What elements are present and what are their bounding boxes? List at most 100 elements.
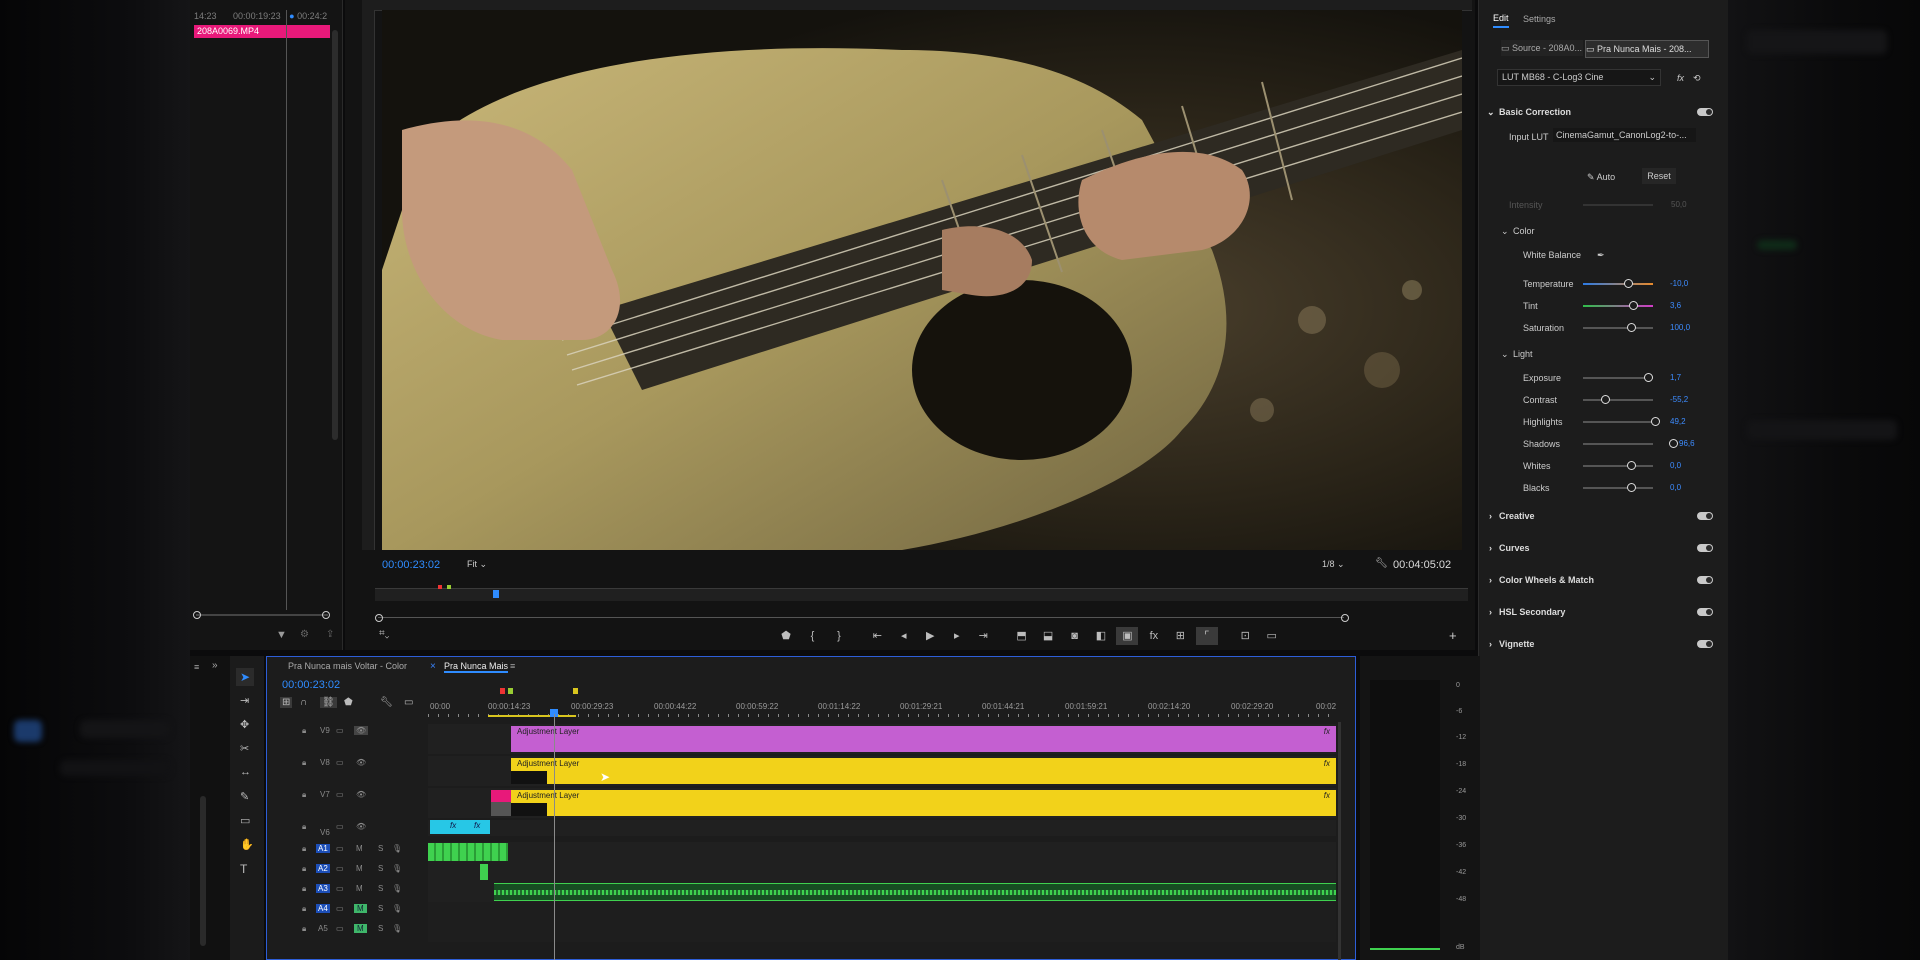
track-label[interactable]: A1 bbox=[316, 844, 330, 853]
project-scrollbar[interactable] bbox=[200, 796, 206, 946]
vignette-toggle[interactable] bbox=[1697, 640, 1713, 648]
sync-lock-icon[interactable]: ▭ bbox=[336, 844, 344, 853]
settings-icon[interactable]: ⚙ bbox=[300, 629, 309, 640]
zoom-handle-right[interactable] bbox=[1341, 614, 1349, 622]
panel-menu-icon[interactable]: ≡ bbox=[194, 662, 199, 672]
work-area-bar[interactable] bbox=[488, 715, 576, 717]
light-section-header[interactable]: ⌄ Light bbox=[1479, 345, 1728, 363]
curves-section[interactable]: › Curves bbox=[1479, 539, 1728, 557]
marker[interactable] bbox=[573, 688, 578, 694]
reset-effect-icon[interactable]: ⟲ bbox=[1693, 69, 1701, 87]
lock-icon[interactable]: 🔒︎ bbox=[302, 726, 306, 736]
hand-tool-icon[interactable]: ✋ bbox=[240, 838, 254, 851]
track-label[interactable]: A2 bbox=[316, 864, 330, 873]
intensity-slider[interactable] bbox=[1583, 204, 1653, 206]
play-icon[interactable]: ▶ bbox=[919, 627, 941, 645]
sync-lock-icon[interactable]: ▭ bbox=[336, 904, 344, 913]
lock-icon[interactable]: 🔒︎ bbox=[302, 884, 306, 894]
adjustment-layer-clip[interactable]: Adjustment Layer fx bbox=[511, 758, 1336, 784]
mute-button-active[interactable]: M bbox=[354, 904, 367, 913]
lock-icon[interactable]: 🔒︎ bbox=[302, 904, 306, 914]
saturation-knob[interactable] bbox=[1627, 323, 1636, 332]
adjustment-layer-clip[interactable]: Adjustment Layer fx bbox=[511, 790, 1336, 816]
mini-playhead[interactable] bbox=[493, 590, 499, 598]
highlights-value[interactable]: 49,2 bbox=[1670, 413, 1686, 431]
fx-toggle-icon[interactable]: fx bbox=[1677, 69, 1684, 87]
exposure-value[interactable]: 1,7 bbox=[1670, 369, 1681, 387]
lock-icon[interactable]: 🔒︎ bbox=[302, 758, 306, 768]
track-select-tool-icon[interactable]: ⇥ bbox=[240, 694, 249, 707]
temperature-knob[interactable] bbox=[1624, 279, 1633, 288]
microphone-icon[interactable]: 🎙︎ bbox=[392, 844, 402, 853]
program-timecode[interactable]: 00:00:23:02 bbox=[382, 559, 440, 571]
color-section-header[interactable]: ⌄ Color bbox=[1479, 222, 1728, 240]
lut-preset-dropdown[interactable]: LUT MB68 - C-Log3 Cine ⌄ bbox=[1497, 69, 1661, 86]
mute-button[interactable]: M bbox=[356, 884, 363, 893]
microphone-icon[interactable]: 🎙︎ bbox=[392, 924, 402, 933]
lock-icon[interactable]: 🔒︎ bbox=[302, 790, 306, 800]
color-wheels-toggle[interactable] bbox=[1697, 576, 1713, 584]
marker[interactable] bbox=[508, 688, 513, 694]
saturation-value[interactable]: 100,0 bbox=[1670, 319, 1690, 337]
lock-icon[interactable]: 🔒︎ bbox=[302, 844, 306, 854]
eye-icon[interactable]: 👁︎ bbox=[354, 726, 369, 735]
track-label[interactable]: A3 bbox=[316, 884, 330, 893]
whites-value[interactable]: 0,0 bbox=[1670, 457, 1681, 475]
step-forward-icon[interactable]: ▸ bbox=[946, 627, 968, 645]
pen-tool-icon[interactable]: ✎ bbox=[240, 790, 249, 803]
razor-tool-icon[interactable]: ✂ bbox=[240, 742, 249, 755]
hsl-secondary-section[interactable]: › HSL Secondary bbox=[1479, 603, 1728, 621]
sync-lock-icon[interactable]: ▭ bbox=[336, 864, 344, 873]
captions-icon[interactable]: ▭ bbox=[404, 697, 413, 708]
mute-button[interactable]: M bbox=[356, 844, 363, 853]
audio-clip-long[interactable] bbox=[494, 883, 1336, 901]
shadows-slider[interactable] bbox=[1583, 443, 1653, 445]
shadows-knob[interactable] bbox=[1669, 439, 1678, 448]
cyan-clips[interactable]: fx fx bbox=[430, 820, 490, 834]
go-to-in-icon[interactable]: ⇤ bbox=[866, 627, 888, 645]
whites-knob[interactable] bbox=[1627, 461, 1636, 470]
source-clip[interactable]: 208A0069.MP4 bbox=[194, 25, 330, 38]
type-tool-icon[interactable]: T bbox=[240, 862, 247, 876]
hsl-secondary-toggle[interactable] bbox=[1697, 608, 1713, 616]
lock-icon[interactable]: 🔒︎ bbox=[302, 822, 306, 832]
add-marker-icon[interactable]: ⬟ bbox=[775, 627, 797, 645]
contrast-value[interactable]: -55,2 bbox=[1670, 391, 1688, 409]
comparison-view-icon[interactable]: ◧ bbox=[1090, 627, 1112, 645]
microphone-icon[interactable]: 🎙︎ bbox=[392, 884, 402, 893]
zoom-handle-right[interactable] bbox=[322, 611, 330, 619]
creative-section[interactable]: › Creative bbox=[1479, 507, 1728, 525]
vr-icon[interactable]: ⊡ bbox=[1234, 627, 1256, 645]
tint-slider[interactable] bbox=[1583, 305, 1653, 307]
source-clip-tab[interactable]: ▭ Source - 208A0... bbox=[1501, 40, 1583, 56]
basic-correction-toggle[interactable] bbox=[1697, 108, 1713, 116]
contrast-knob[interactable] bbox=[1601, 395, 1610, 404]
eye-icon[interactable]: 👁︎ bbox=[356, 758, 366, 767]
tab-sequence-main[interactable]: Pra Nunca Mais bbox=[444, 661, 509, 673]
ripple-edit-tool-icon[interactable]: ✥ bbox=[240, 718, 249, 731]
blacks-knob[interactable] bbox=[1627, 483, 1636, 492]
extract-icon[interactable]: ⬓ bbox=[1037, 627, 1059, 645]
source-zoom-bar[interactable] bbox=[193, 611, 330, 619]
go-to-out-icon[interactable]: ⇥ bbox=[972, 627, 994, 645]
expand-panels-icon[interactable]: » bbox=[212, 660, 218, 671]
solo-button[interactable]: S bbox=[378, 844, 383, 853]
solo-button[interactable]: S bbox=[378, 924, 383, 933]
sync-lock-icon[interactable]: ▭ bbox=[336, 822, 344, 831]
nest-toggle-icon[interactable]: ⊞ bbox=[280, 697, 293, 708]
source-playhead[interactable] bbox=[286, 10, 287, 610]
resolution-select[interactable]: 1/8 ⌄ bbox=[1322, 559, 1345, 570]
timeline-playhead[interactable] bbox=[554, 714, 555, 960]
source-playhead-marker[interactable]: ● bbox=[289, 11, 294, 21]
tab-sequence-color[interactable]: Pra Nunca mais Voltar - Color bbox=[288, 661, 407, 671]
safe-margins-icon[interactable]: ⌜ bbox=[1195, 627, 1218, 645]
pink-clip[interactable] bbox=[491, 790, 511, 802]
multicam-icon[interactable]: ▭ bbox=[1261, 627, 1283, 645]
selection-tool-icon[interactable]: ➤ bbox=[236, 668, 254, 686]
tint-value[interactable]: 3,6 bbox=[1670, 297, 1681, 315]
add-button-icon[interactable]: + bbox=[1449, 628, 1457, 643]
blacks-value[interactable]: 0,0 bbox=[1670, 479, 1681, 497]
curves-toggle[interactable] bbox=[1697, 544, 1713, 552]
saturation-slider[interactable] bbox=[1583, 327, 1653, 329]
exposure-knob[interactable] bbox=[1644, 373, 1653, 382]
